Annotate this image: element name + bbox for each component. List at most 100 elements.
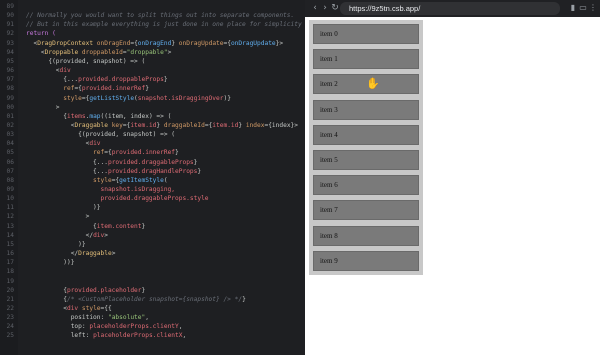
code-token: ))} (26, 259, 75, 267)
code-token: } (197, 167, 202, 175)
code-token: provided.draggableProps (107, 158, 194, 166)
code-token: , (145, 314, 149, 322)
code-token: map (89, 112, 101, 120)
item-label: item 8 (320, 231, 338, 240)
code-token: left: (26, 332, 94, 340)
item-label: item 2 (320, 80, 338, 89)
draggable-item[interactable]: item 6 (313, 175, 419, 196)
code-token: {... (26, 158, 108, 166)
draggable-item[interactable]: item 4 (313, 124, 419, 145)
code-token: item.content (96, 222, 142, 230)
code-token: > (111, 250, 116, 258)
code-token: div (66, 304, 79, 312)
code-token: { (26, 295, 67, 303)
code-token: Draggable (74, 121, 108, 129)
item-label: item 4 (320, 130, 338, 139)
code-token: } (163, 76, 168, 84)
code-token: placeholderProps.clientX (93, 332, 183, 340)
item-label: item 1 (320, 55, 338, 64)
code-token: provided.droppableProps (78, 76, 164, 84)
code-token: </ (26, 250, 79, 258)
code-token: // But in this example everything is jus… (26, 21, 302, 29)
url-text: https://9z5tn.csb.app/ (349, 4, 421, 13)
code-token: style (26, 94, 82, 102)
code-token: < (26, 140, 90, 148)
code-token: { (26, 222, 97, 230)
draggable-item[interactable]: item 1 (313, 49, 419, 70)
code-token: position: (26, 314, 108, 322)
code-token: )} (26, 240, 86, 248)
item-label: item 7 (320, 206, 338, 215)
code-token: onDragEnd (93, 39, 131, 47)
code-token: style (78, 304, 101, 312)
code-token: {(provided, snapshot) => ( (26, 57, 146, 65)
split-view-icon[interactable]: ▮ (568, 3, 578, 13)
code-token: index (242, 121, 265, 129)
draggable-item[interactable]: item 3 (313, 99, 419, 120)
code-token: provided.dragHandleProps (107, 167, 198, 175)
code-token: , (182, 332, 187, 340)
code-token: Droppable (44, 48, 79, 56)
code-token: }> (275, 39, 284, 47)
code-token: } (145, 85, 149, 93)
code-token: )} (26, 204, 101, 212)
code-token: ref (26, 85, 75, 93)
code-token: /* <CustomPlaceholder snapshot={snapshot… (66, 295, 243, 303)
code-token: > (167, 48, 172, 56)
code-token: getListStyle (89, 94, 135, 102)
code-token: ref (26, 149, 105, 157)
code-token: top: (26, 323, 90, 331)
code-token: return ( (26, 30, 56, 38)
code-token: } (175, 149, 179, 157)
code-token: , (178, 323, 183, 331)
droppable-list: item 0 item 1 item 2 ✋ item 3 item 4 item 5 ite… (309, 20, 423, 275)
browser-preview: ‹ › ↻ https://9z5tn.csb.app/ ▮ ▭ ⋮ item … (305, 0, 600, 355)
address-bar[interactable]: https://9z5tn.csb.app/ (340, 2, 560, 15)
grab-cursor-icon: ✋ (366, 77, 380, 91)
code-token: DragDropContext (37, 39, 94, 47)
item-label: item 6 (320, 181, 338, 190)
code-token: } (141, 222, 146, 230)
code-editor[interactable]: 89 90// Normally you would want to split … (0, 0, 305, 355)
code-token: )} (223, 94, 231, 102)
code-token: < (26, 48, 45, 56)
code-token: ={ (74, 85, 82, 93)
code-token: snapshot.isDragging, (26, 186, 176, 193)
menu-icon[interactable]: ⋮ (588, 3, 598, 13)
code-token: getItemStyle (119, 176, 164, 184)
code-token: < (26, 39, 38, 47)
code-token: {... (26, 76, 79, 84)
code-token: } (193, 158, 198, 166)
code-token: draggableId (160, 121, 205, 129)
code-token: provided.innerRef (111, 149, 176, 157)
code-token: Draggable (78, 250, 112, 258)
code-token: div (59, 67, 71, 75)
code-token: ={index}> (264, 121, 298, 129)
code-token: ={{ (100, 304, 112, 312)
code-line: 25 left: placeholderProps.clientX, (0, 331, 305, 342)
item-label: item 0 (320, 30, 338, 38)
line-number: 25 (6, 332, 14, 340)
code-token: ={ (104, 149, 112, 157)
code-token: provided.placeholder (66, 286, 142, 294)
code-token: key (107, 121, 123, 129)
code-token: { (26, 286, 67, 294)
code-token: style (26, 176, 112, 184)
draggable-item[interactable]: item 0 (313, 24, 419, 44)
draggable-item[interactable]: item 8 (313, 225, 419, 246)
code-token: } (141, 286, 146, 294)
draggable-item[interactable]: item 7 (313, 200, 419, 221)
tab-icon[interactable]: ▭ (578, 3, 588, 13)
code-token: ={ (130, 39, 138, 47)
draggable-item[interactable]: item 9 (313, 250, 419, 271)
code-token: < (26, 304, 67, 312)
item-label: item 3 (320, 105, 338, 114)
code-token: div (89, 140, 101, 148)
code-token: { (26, 112, 67, 120)
code-token: > (26, 213, 90, 221)
code-token: < (26, 121, 75, 129)
draggable-item[interactable]: item 2 ✋ (313, 74, 419, 95)
code-token: > (104, 231, 108, 239)
code-token: provided.innerRef (81, 85, 146, 93)
draggable-item[interactable]: item 5 (313, 150, 419, 170)
